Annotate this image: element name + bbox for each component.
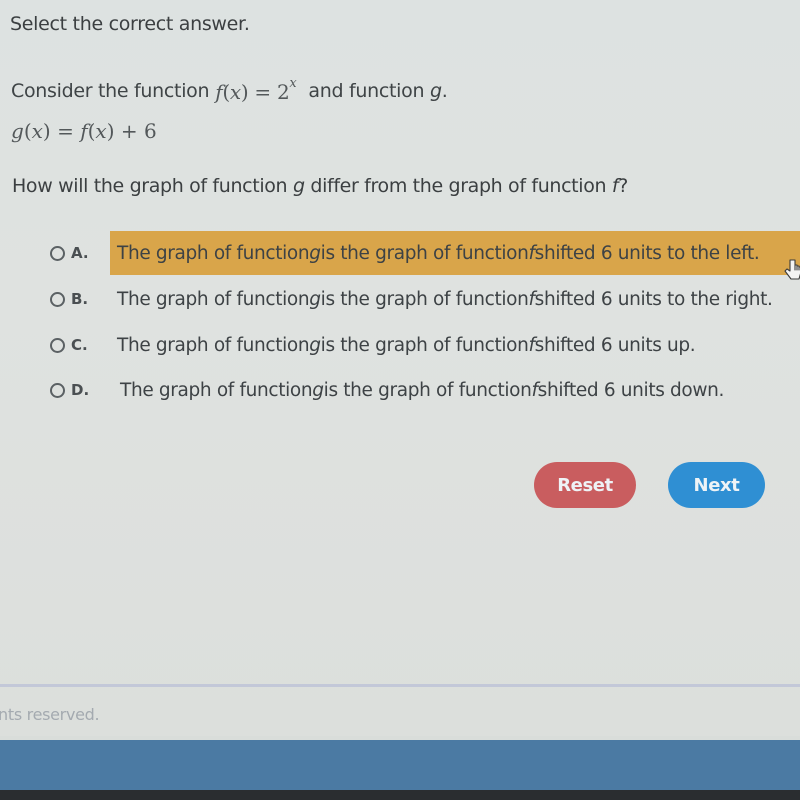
g-definition: g(x) = f(x) + 6 bbox=[11, 119, 157, 143]
option-suffix: shifted 6 units up. bbox=[534, 334, 696, 356]
option-text[interactable]: The graph of function g is the graph of … bbox=[110, 323, 696, 367]
option-a[interactable]: A. The graph of function g is the graph … bbox=[0, 231, 800, 275]
hand-pointer-cursor-icon bbox=[784, 259, 800, 280]
option-letter: A. bbox=[71, 244, 89, 262]
g-rhs-var: x bbox=[95, 119, 107, 143]
prompt-lead: Consider the function bbox=[11, 80, 210, 102]
bottom-bar bbox=[0, 740, 800, 790]
f-definition: f(x) = 2x bbox=[215, 76, 297, 104]
option-letter: B. bbox=[71, 290, 89, 308]
question-part1: How will the graph of function bbox=[12, 175, 293, 197]
f-name: f bbox=[215, 80, 223, 104]
f-var: x bbox=[229, 80, 241, 104]
radio-c[interactable] bbox=[50, 337, 65, 353]
option-b[interactable]: B. The graph of function g is the graph … bbox=[0, 277, 800, 321]
option-middle: is the graph of function bbox=[320, 334, 529, 356]
option-g: g bbox=[312, 379, 324, 401]
prompt-trail-end: . bbox=[441, 80, 448, 102]
reset-button[interactable]: Reset bbox=[534, 462, 636, 508]
option-prefix: The graph of function bbox=[117, 242, 310, 264]
option-c[interactable]: C. The graph of function g is the graph … bbox=[0, 323, 800, 367]
option-prefix: The graph of function bbox=[117, 288, 310, 310]
prompt-g-name: g bbox=[429, 80, 442, 102]
g-op: + bbox=[120, 119, 138, 143]
option-g: g bbox=[309, 334, 321, 356]
radio-d[interactable] bbox=[50, 382, 65, 398]
f-exponent: x bbox=[289, 76, 297, 92]
option-text[interactable]: The graph of function g is the graph of … bbox=[110, 231, 800, 275]
option-suffix: shifted 6 units to the right. bbox=[534, 288, 773, 310]
question-g: g bbox=[292, 175, 305, 197]
option-suffix: shifted 6 units to the left. bbox=[534, 242, 760, 264]
next-button[interactable]: Next bbox=[668, 462, 765, 508]
f-base: 2 bbox=[276, 80, 290, 104]
question-part3: ? bbox=[618, 175, 628, 197]
g-rhs-name: f bbox=[80, 119, 88, 143]
radio-a[interactable] bbox=[50, 245, 65, 261]
option-d[interactable]: D. The graph of function g is the graph … bbox=[0, 368, 800, 412]
g-constant: 6 bbox=[143, 119, 157, 143]
instruction-text: Select the correct answer. bbox=[10, 13, 250, 35]
question-text: How will the graph of function g differ … bbox=[12, 175, 628, 197]
page: Select the correct answer. Consider the … bbox=[0, 0, 800, 736]
option-text[interactable]: The graph of function g is the graph of … bbox=[113, 368, 724, 412]
option-middle: is the graph of function bbox=[320, 288, 529, 310]
footer-divider bbox=[0, 684, 800, 687]
option-g: g bbox=[309, 242, 321, 264]
option-suffix: shifted 6 units down. bbox=[537, 379, 725, 401]
radio-b[interactable] bbox=[50, 291, 65, 307]
prompt-trail-text: and function bbox=[308, 80, 425, 102]
option-middle: is the graph of function bbox=[320, 242, 529, 264]
g-lhs-var: x bbox=[31, 119, 43, 143]
option-g: g bbox=[309, 288, 321, 310]
prompt-trail: and function g. bbox=[308, 80, 447, 106]
g-lhs-name: g bbox=[11, 119, 24, 143]
option-prefix: The graph of function bbox=[120, 379, 313, 401]
option-letter: D. bbox=[71, 381, 90, 399]
option-prefix: The graph of function bbox=[117, 334, 310, 356]
question-part2: differ from the graph of function bbox=[304, 175, 612, 197]
option-middle: is the graph of function bbox=[323, 379, 532, 401]
function-f-line: Consider the function f(x) = 2x and func… bbox=[11, 72, 448, 106]
copyright-text: nts reserved. bbox=[0, 705, 100, 724]
option-text[interactable]: The graph of function g is the graph of … bbox=[110, 277, 773, 321]
screen-bezel bbox=[0, 790, 800, 800]
option-letter: C. bbox=[71, 336, 88, 354]
